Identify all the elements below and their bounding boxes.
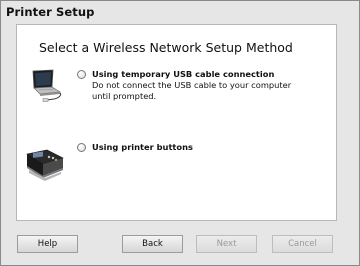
radio-printer-buttons[interactable] — [77, 143, 86, 152]
help-button[interactable]: Help — [17, 235, 78, 253]
content-panel: Select a Wireless Network Setup Method U… — [16, 24, 337, 221]
option-usb-description-1: Do not connect the USB cable to your com… — [92, 80, 292, 90]
window-title: Printer Setup — [6, 5, 95, 19]
printer-panel-icon — [26, 149, 64, 181]
radio-usb[interactable] — [77, 70, 86, 79]
page-heading: Select a Wireless Network Setup Method — [39, 40, 293, 55]
printer-setup-window: Printer Setup Select a Wireless Network … — [0, 0, 360, 266]
option-printer-buttons-label: Using printer buttons — [92, 142, 193, 152]
next-button[interactable]: Next — [196, 235, 257, 253]
cancel-button[interactable]: Cancel — [272, 235, 333, 253]
option-usb-label: Using temporary USB cable connection — [92, 69, 275, 79]
back-button[interactable]: Back — [122, 235, 183, 253]
laptop-usb-icon — [32, 69, 62, 102]
option-usb-description-2: until prompted. — [92, 91, 157, 101]
